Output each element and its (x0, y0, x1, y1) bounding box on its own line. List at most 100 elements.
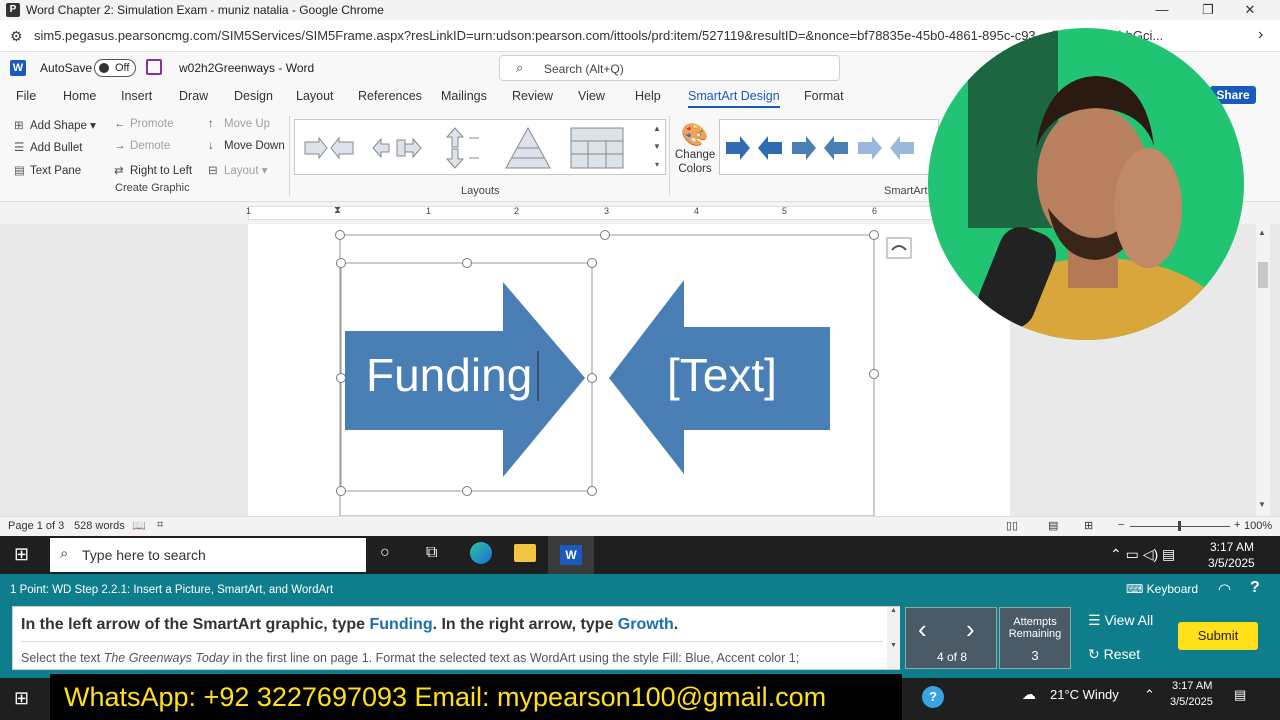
resize-handle[interactable] (587, 258, 597, 268)
promote-button[interactable]: ← Promote (114, 118, 173, 130)
next-arrow-icon[interactable]: › (966, 614, 975, 645)
word-count[interactable]: 528 words (74, 520, 125, 532)
resize-handle[interactable] (336, 373, 346, 383)
scroll-right-icon[interactable]: › (1258, 26, 1263, 44)
resize-handle[interactable] (869, 369, 879, 379)
scroll-up-icon[interactable]: ▲ (1258, 228, 1266, 237)
tab-insert[interactable]: Insert (121, 89, 152, 103)
tab-mailings[interactable]: Mailings (441, 89, 487, 103)
task-view-icon[interactable]: ⧉ (426, 544, 437, 562)
add-shape-button[interactable]: ⊞ Add Shape ▾ (14, 118, 96, 132)
right-to-left-button[interactable]: ⇄ Right to Left (114, 163, 192, 177)
style-option-1[interactable] (724, 128, 784, 168)
windows-start-icon[interactable]: ⊞ (14, 688, 29, 709)
scroll-thumb[interactable] (1258, 262, 1268, 288)
minimize-icon[interactable]: — (1142, 1, 1182, 19)
layout-options-icon[interactable] (886, 237, 912, 259)
tray-icons[interactable]: ⌃ ▭ ◁) ▤ (1110, 546, 1175, 563)
change-colors-button[interactable]: 🎨 Change Colors (675, 122, 715, 176)
tab-home[interactable]: Home (63, 89, 96, 103)
tab-view[interactable]: View (578, 89, 605, 103)
vertical-scrollbar[interactable]: ▲ ▼ (1256, 224, 1270, 516)
layout-option-table[interactable] (569, 126, 625, 170)
zoom-out-icon[interactable]: − (1118, 519, 1124, 531)
left-arrow-text[interactable]: Funding (366, 349, 532, 401)
clock-time[interactable]: 3:17 AM (1172, 680, 1212, 692)
word-taskbar-button[interactable]: W (548, 536, 594, 574)
zoom-thumb[interactable] (1178, 521, 1181, 531)
save-icon[interactable] (146, 59, 162, 75)
tab-layout[interactable]: Layout (296, 89, 334, 103)
print-layout-icon[interactable]: ▤ (1048, 519, 1058, 532)
submit-button[interactable]: Submit (1178, 622, 1258, 650)
page-count[interactable]: Page 1 of 3 (8, 520, 64, 532)
clock-time[interactable]: 3:17 AM (1210, 540, 1254, 554)
file-explorer-icon[interactable] (514, 544, 536, 562)
web-layout-icon[interactable]: ⊞ (1084, 519, 1093, 532)
resize-handle[interactable] (587, 486, 597, 496)
arrow-left-icon: ← (114, 118, 126, 130)
notifications-icon[interactable]: ▤ (1234, 687, 1246, 703)
zoom-level[interactable]: 100% (1244, 520, 1272, 532)
layout-option-pyramid[interactable] (503, 126, 553, 170)
clock-date[interactable]: 3/5/2025 (1170, 696, 1213, 708)
indent-marker-icon[interactable]: ⧗ (334, 205, 341, 216)
move-down-button[interactable]: ↓ Move Down (208, 140, 285, 152)
reset-button[interactable]: ↻ Reset (1088, 646, 1140, 663)
tab-draw[interactable]: Draw (179, 89, 208, 103)
help-icon[interactable]: ? (1250, 579, 1260, 597)
text-pane-button[interactable]: ▤ Text Pane (14, 163, 81, 177)
weather-text[interactable]: 21°C Windy (1050, 687, 1119, 702)
add-bullet-button[interactable]: ☰ Add Bullet (14, 140, 82, 154)
move-up-button[interactable]: ↑ Move Up (208, 118, 270, 130)
ruler-strip (248, 206, 1010, 220)
taskbar-search-box[interactable]: ⌕ Type here to search (50, 538, 366, 572)
style-option-2[interactable] (790, 128, 850, 168)
tab-design[interactable]: Design (234, 89, 273, 103)
tab-file[interactable]: File (16, 89, 36, 103)
resize-handle[interactable] (600, 230, 610, 240)
autosave-toggle[interactable]: Off (94, 59, 136, 77)
edge-icon[interactable] (470, 542, 492, 564)
demote-button[interactable]: → Demote (114, 140, 170, 152)
proofing-icon[interactable]: 📖 (132, 519, 146, 532)
tab-smartart-design[interactable]: SmartArt Design (688, 89, 780, 108)
keyboard-button[interactable]: ⌨ Keyboard (1126, 582, 1198, 596)
previous-arrow-icon[interactable]: ‹ (918, 614, 927, 645)
instruction-scrollbar[interactable]: ▲ ▼ (887, 607, 900, 669)
tab-format[interactable]: Format (804, 89, 844, 103)
layout-option-opposing-arrows[interactable] (369, 126, 425, 170)
layouts-group-label: Layouts (461, 185, 500, 197)
view-all-button[interactable]: ☰ View All (1088, 612, 1153, 629)
resize-handle[interactable] (869, 230, 879, 240)
layout-option-up-down-arrows[interactable] (439, 126, 489, 170)
cortana-icon[interactable]: ○ (380, 544, 390, 562)
scroll-down-icon[interactable]: ▼ (1258, 500, 1266, 509)
style-option-3[interactable] (856, 128, 916, 168)
resize-handle[interactable] (587, 373, 597, 383)
site-info-icon[interactable]: ⚙ (10, 28, 23, 45)
quick-assist-icon[interactable]: ? (922, 686, 944, 708)
tab-help[interactable]: Help (635, 89, 661, 103)
gallery-scroll[interactable]: ▲ ▼ ▾ (650, 120, 664, 174)
track-icon[interactable]: ⌗ (157, 519, 163, 532)
view-all-label: View All (1104, 612, 1154, 628)
restore-icon[interactable]: ❐ (1188, 1, 1228, 19)
close-icon[interactable]: ✕ (1230, 1, 1270, 19)
clock-date[interactable]: 3/5/2025 (1208, 556, 1255, 570)
zoom-in-icon[interactable]: + (1234, 519, 1240, 531)
layout-option-converging-arrows[interactable] (301, 126, 357, 170)
tab-review[interactable]: Review (512, 89, 553, 103)
resize-handle[interactable] (335, 230, 345, 240)
resize-handle[interactable] (462, 258, 472, 268)
resize-handle[interactable] (336, 486, 346, 496)
tab-references[interactable]: References (358, 89, 422, 103)
layout-button[interactable]: ⊟ Layout ▾ (208, 163, 268, 177)
tray-chevron-icon[interactable]: ⌃ (1144, 687, 1155, 703)
resize-handle[interactable] (462, 486, 472, 496)
windows-start-icon[interactable]: ⊞ (14, 544, 29, 565)
read-mode-icon[interactable]: ▯▯ (1006, 519, 1018, 532)
resize-handle[interactable] (336, 258, 346, 268)
right-arrow-text[interactable]: [Text] (667, 349, 777, 401)
search-box[interactable]: ⌕ Search (Alt+Q) (499, 55, 840, 81)
